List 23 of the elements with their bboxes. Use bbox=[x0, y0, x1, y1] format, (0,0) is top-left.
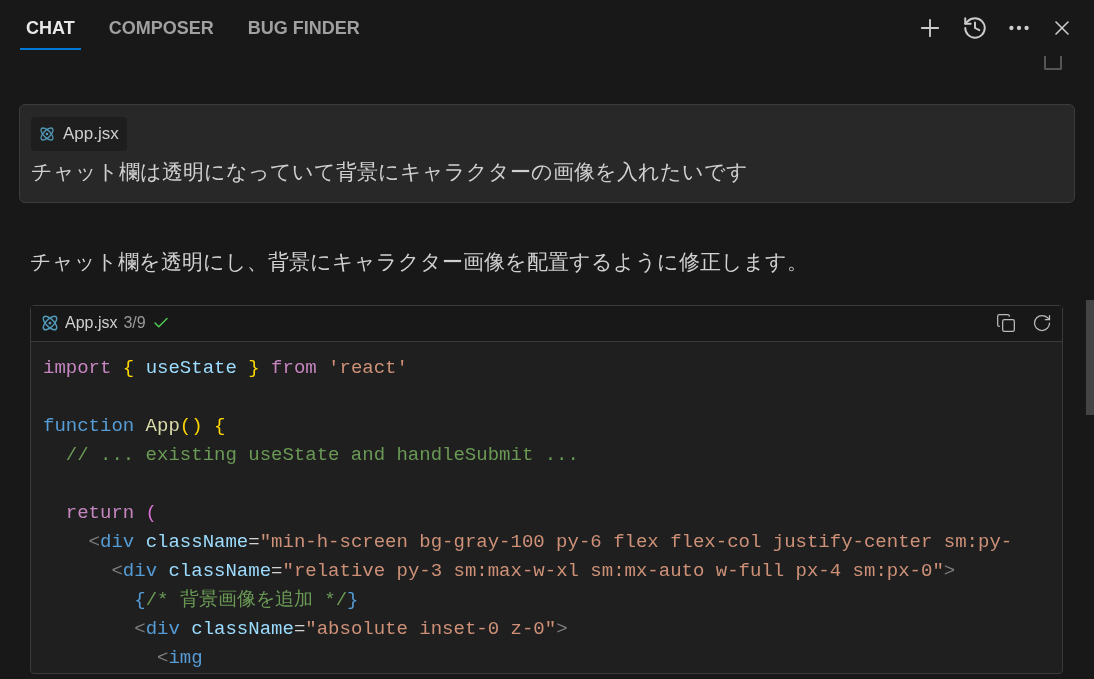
tab[interactable]: BUG FINDER bbox=[241, 6, 366, 50]
version-counter: 3/9 bbox=[123, 313, 146, 333]
react-icon bbox=[39, 125, 55, 142]
code-line: <div className="relative py-3 sm:max-w-xl sm:mx-auto w-full px-4 sm:px-0"> bbox=[110, 558, 956, 584]
history-icon[interactable] bbox=[962, 15, 988, 41]
code-line: <div className="min-h-screen bg-gray-100 py-6 flex flex-col justify-center sm:py- bbox=[87, 529, 1013, 555]
code-line: <div className="absolute inset-0 z-0"> bbox=[133, 616, 568, 642]
code-line: import { useState } from 'react' bbox=[43, 355, 408, 381]
file-name: App.jsx bbox=[65, 313, 118, 333]
refresh-icon[interactable] bbox=[1032, 313, 1052, 333]
scrollbar-thumb[interactable] bbox=[1086, 300, 1094, 415]
code-line: {/* 背景画像を追加 */} bbox=[133, 587, 359, 613]
code-line: <img bbox=[156, 645, 203, 671]
tab[interactable]: CHAT bbox=[20, 6, 81, 50]
code-line: return ( bbox=[64, 500, 158, 526]
react-icon bbox=[41, 314, 59, 332]
file-name: App.jsx bbox=[63, 123, 119, 145]
tab[interactable]: COMPOSER bbox=[102, 6, 220, 50]
user-message-text: チャット欄は透明になっていて背景にキャラクターの画像を入れたいです bbox=[31, 158, 749, 186]
code-line: // ... existing useState and handleSubmit ... bbox=[64, 442, 579, 468]
code-line: function App() { bbox=[43, 413, 226, 439]
reply-text: チャット欄を透明にし、背景にキャラクター画像を配置するように修正します。 bbox=[30, 249, 809, 276]
file-chip[interactable]: App.jsx bbox=[31, 117, 127, 151]
